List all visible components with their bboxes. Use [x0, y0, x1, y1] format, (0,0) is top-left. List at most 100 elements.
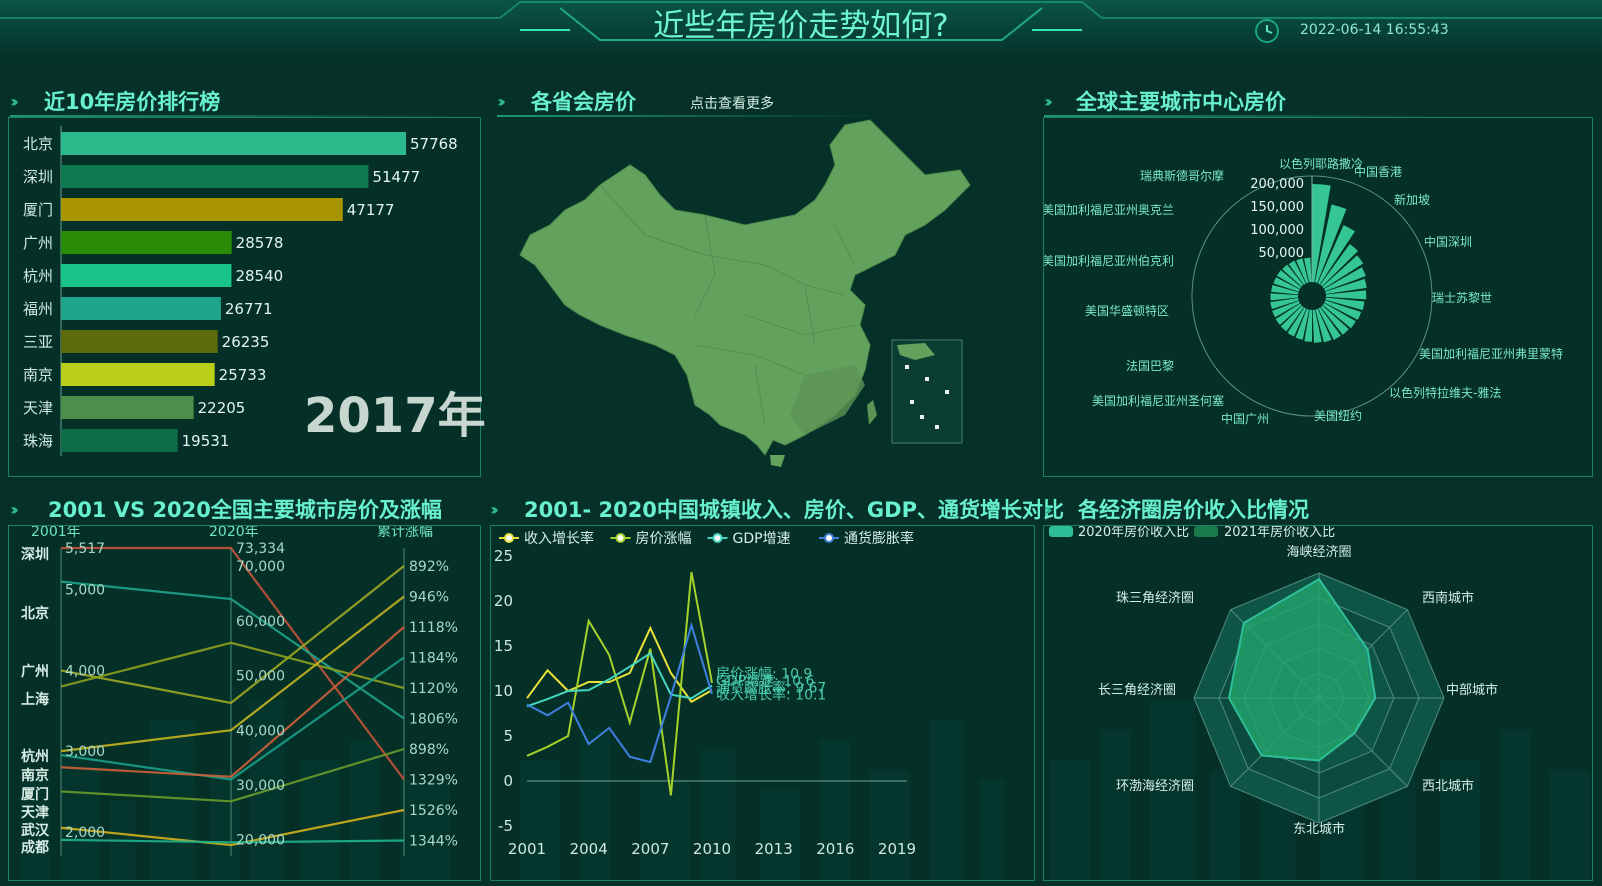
chevron-icon: ›››: [1044, 92, 1053, 111]
axis-name-2020: 2020年: [209, 526, 259, 540]
city-label: 美国加利福尼亚州弗里蒙特: [1419, 346, 1563, 361]
radar-indicator-label: 西南城市: [1422, 590, 1474, 606]
ranking-bar: [61, 231, 232, 254]
city-label: 以色列特拉维夫-雅法: [1389, 385, 1501, 400]
city-label: 上海: [21, 691, 49, 708]
chevron-icon: ›››: [10, 92, 19, 111]
city-label: 瑞典斯德哥尔摩: [1140, 168, 1224, 183]
axis-name-growth: 累计涨幅: [377, 526, 433, 540]
parallel-line: [60, 656, 405, 781]
radar-chart: 2020年房价收入比 2021年房价收入比海峡经济圈西南城市中部城市西北城市东北城…: [1049, 524, 1498, 837]
city-label: 美国加利福尼亚州圣何塞: [1092, 393, 1224, 408]
legend-marker: [504, 533, 514, 543]
trend-title: 2001- 2020中国城镇收入、房价、GDP、通货增长对比: [524, 498, 1064, 522]
city-label: 美国华盛顿特区: [1085, 303, 1169, 318]
legend-label: 通货膨胀率: [844, 530, 914, 547]
legend-label: 房价涨幅: [636, 531, 692, 547]
bar-value-label: 28540: [235, 267, 283, 285]
city-label: 瑞士苏黎世: [1432, 291, 1492, 305]
city-label: 三亚: [23, 333, 53, 351]
ranking-bar: [61, 429, 178, 452]
global-title: 全球主要城市中心房价: [1076, 90, 1286, 114]
tick-2001: 5,000: [65, 583, 105, 599]
y-tick-label: 10: [494, 682, 513, 700]
chevron-icon: ›››: [1044, 500, 1053, 519]
bar-value-label: 47177: [347, 201, 395, 219]
legend-label: 2020年房价收入比: [1078, 526, 1189, 540]
tick-growth: 1120%: [409, 681, 458, 697]
bar-value-label: 28578: [236, 234, 284, 252]
bar-value-label: 26771: [225, 300, 273, 318]
bar-value-label: 57768: [410, 135, 458, 153]
radar-panel: 2020年房价收入比 2021年房价收入比 海峡经济圈 西南城市 中部城市 西北城市 东北城…: [1043, 524, 1593, 881]
tick-growth: 1526%: [409, 803, 458, 819]
global-polar-bar-chart: 200,000150,000100,00050,000中国香港新加坡中国深圳瑞士…: [1042, 156, 1563, 426]
city-label: 广州: [23, 234, 53, 252]
x-tick-label: 2010: [693, 840, 731, 858]
city-label: 南京: [23, 366, 53, 384]
radar-indicator-label: 东北城市: [1293, 821, 1345, 837]
city-label: 天津: [23, 399, 53, 417]
axis-name-2001: 2001年: [31, 526, 81, 540]
city-label: 以色列耶路撒冷: [1279, 156, 1363, 171]
tick-growth: 898%: [409, 742, 449, 758]
tick-2020: 60,000: [236, 614, 285, 630]
china-map[interactable]: [505, 115, 1005, 480]
city-label: 杭州: [23, 267, 53, 285]
city-label: 南京: [21, 767, 49, 784]
bar-value-label: 51477: [372, 168, 420, 186]
parallel-line: [60, 838, 405, 844]
map-title: 各省会房价: [531, 90, 636, 114]
y-tick-label: 25: [494, 547, 513, 565]
chevron-icon: ›››: [490, 500, 499, 519]
tick-2001: 4,000: [65, 663, 105, 679]
parallel-line: [60, 580, 405, 720]
radius-tick-label: 50,000: [1259, 246, 1305, 261]
ranking-bar: [61, 330, 218, 353]
chevron-icon: ›››: [497, 92, 506, 111]
x-tick-label: 2013: [755, 840, 793, 858]
ranking-bar: [61, 132, 406, 155]
city-label: 广州: [21, 663, 49, 680]
legend-marker: [712, 533, 723, 543]
tick-growth: 1344%: [409, 834, 458, 850]
legend-label: 2021年房价收入比: [1224, 526, 1335, 540]
city-label: 珠海: [23, 432, 53, 450]
ranking-bar: [61, 264, 232, 287]
ranking-bar: [61, 363, 215, 386]
y-tick-label: 15: [494, 637, 513, 655]
legend-marker: [824, 533, 834, 543]
city-label: 中国深圳: [1424, 234, 1472, 249]
city-label: 北京: [21, 605, 49, 622]
trend-panel: 收入增长率 房价涨幅 GDP增速 通货膨胀率 25 20 15 10 5 0 -5 2001 2004 2…: [490, 525, 1035, 881]
city-label: 天津: [21, 804, 49, 821]
city-label: 武汉: [21, 822, 50, 839]
y-tick-label: 5: [503, 727, 513, 745]
bar-value-label: 19531: [182, 432, 230, 450]
legend-swatch: [1194, 526, 1218, 537]
radius-tick-label: 150,000: [1250, 200, 1304, 215]
legend-label: 收入增长率: [524, 530, 594, 547]
y-tick-label: 0: [503, 772, 513, 790]
radar-title: 各经济圈房价收入比情况: [1078, 498, 1309, 522]
series-line: [526, 572, 713, 796]
y-tick-label: 20: [494, 592, 513, 610]
ranking-bar: [61, 297, 221, 320]
global-panel: 200,000 150,000 100,000 50,000 中国香港 新加坡 中国深圳 瑞士…: [1042, 117, 1593, 477]
view-more-link[interactable]: 点击查看更多: [690, 93, 774, 113]
x-tick-label: 2001: [508, 840, 546, 858]
ranking-bar: [61, 165, 369, 188]
radar-indicator-label: 长三角经济圈: [1098, 683, 1176, 698]
radar-indicator-label: 海峡经济圈: [1286, 545, 1351, 560]
city-label: 厦门: [21, 786, 49, 803]
radius-tick-label: 200,000: [1250, 177, 1304, 192]
x-tick-label: 2016: [816, 840, 854, 858]
tick-growth: 1118%: [409, 620, 458, 636]
bar-value-label: 26235: [222, 333, 270, 351]
tick-2001: 2,000: [65, 825, 105, 841]
city-label: 中国广州: [1221, 411, 1269, 426]
radius-tick-label: 100,000: [1250, 223, 1304, 238]
tick-growth: 1184%: [409, 651, 458, 667]
ranking-title: 近10年房价排行榜: [44, 90, 221, 114]
x-tick-label: 2004: [570, 840, 608, 858]
